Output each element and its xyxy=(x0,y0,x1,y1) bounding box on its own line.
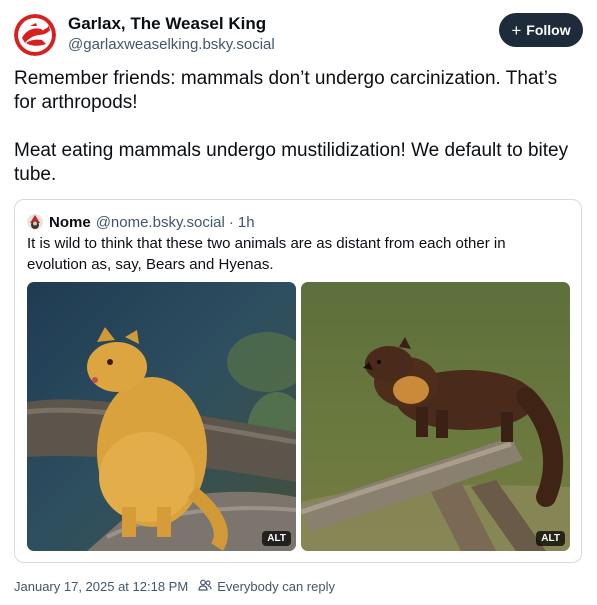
quoted-post[interactable]: Nome @nome.bsky.social · 1h It is wild t… xyxy=(14,199,582,563)
author-avatar[interactable] xyxy=(14,14,56,56)
people-icon xyxy=(198,579,212,594)
post-timestamp[interactable]: January 17, 2025 at 12:18 PM xyxy=(14,579,188,594)
mongoose-image xyxy=(27,282,296,551)
separator-dot: · xyxy=(228,213,234,231)
gnome-avatar-icon xyxy=(27,214,43,230)
author-display-name[interactable]: Garlax, The Weasel King xyxy=(68,14,266,34)
follow-button-label: Follow xyxy=(526,22,571,38)
post-text-paragraph-2: Meat eating mammals undergo mustilidizat… xyxy=(14,140,569,185)
quoted-author-handle[interactable]: @nome.bsky.social xyxy=(96,214,225,231)
quoted-author-name[interactable]: Nome xyxy=(49,214,91,231)
post: Garlax, The Weasel King @garlaxweaselkin… xyxy=(0,0,597,605)
quoted-post-time[interactable]: 1h xyxy=(238,214,255,231)
author-handle[interactable]: @garlaxweaselking.bsky.social xyxy=(68,36,275,53)
quoted-author-avatar[interactable] xyxy=(27,214,43,230)
post-text-paragraph-1: Remember friends: mammals don’t undergo … xyxy=(14,68,558,113)
reply-setting[interactable]: Everybody can reply xyxy=(217,579,335,594)
pine-marten-photo[interactable]: ALT xyxy=(301,282,570,551)
plus-icon: + xyxy=(511,20,522,40)
weasel-logo-icon xyxy=(14,14,56,56)
mongoose-photo[interactable]: ALT xyxy=(27,282,296,551)
quoted-post-header: Nome @nome.bsky.social · 1h xyxy=(27,212,255,232)
alt-text-badge[interactable]: ALT xyxy=(262,531,291,546)
alt-text-badge[interactable]: ALT xyxy=(536,531,565,546)
follow-button[interactable]: + Follow xyxy=(499,13,583,47)
quoted-post-text: It is wild to think that these two anima… xyxy=(27,235,506,273)
post-header: Garlax, The Weasel King @garlaxweaselkin… xyxy=(14,12,583,56)
pine-marten-image xyxy=(301,282,570,551)
post-footer: January 17, 2025 at 12:18 PM Everybody c… xyxy=(14,579,335,594)
